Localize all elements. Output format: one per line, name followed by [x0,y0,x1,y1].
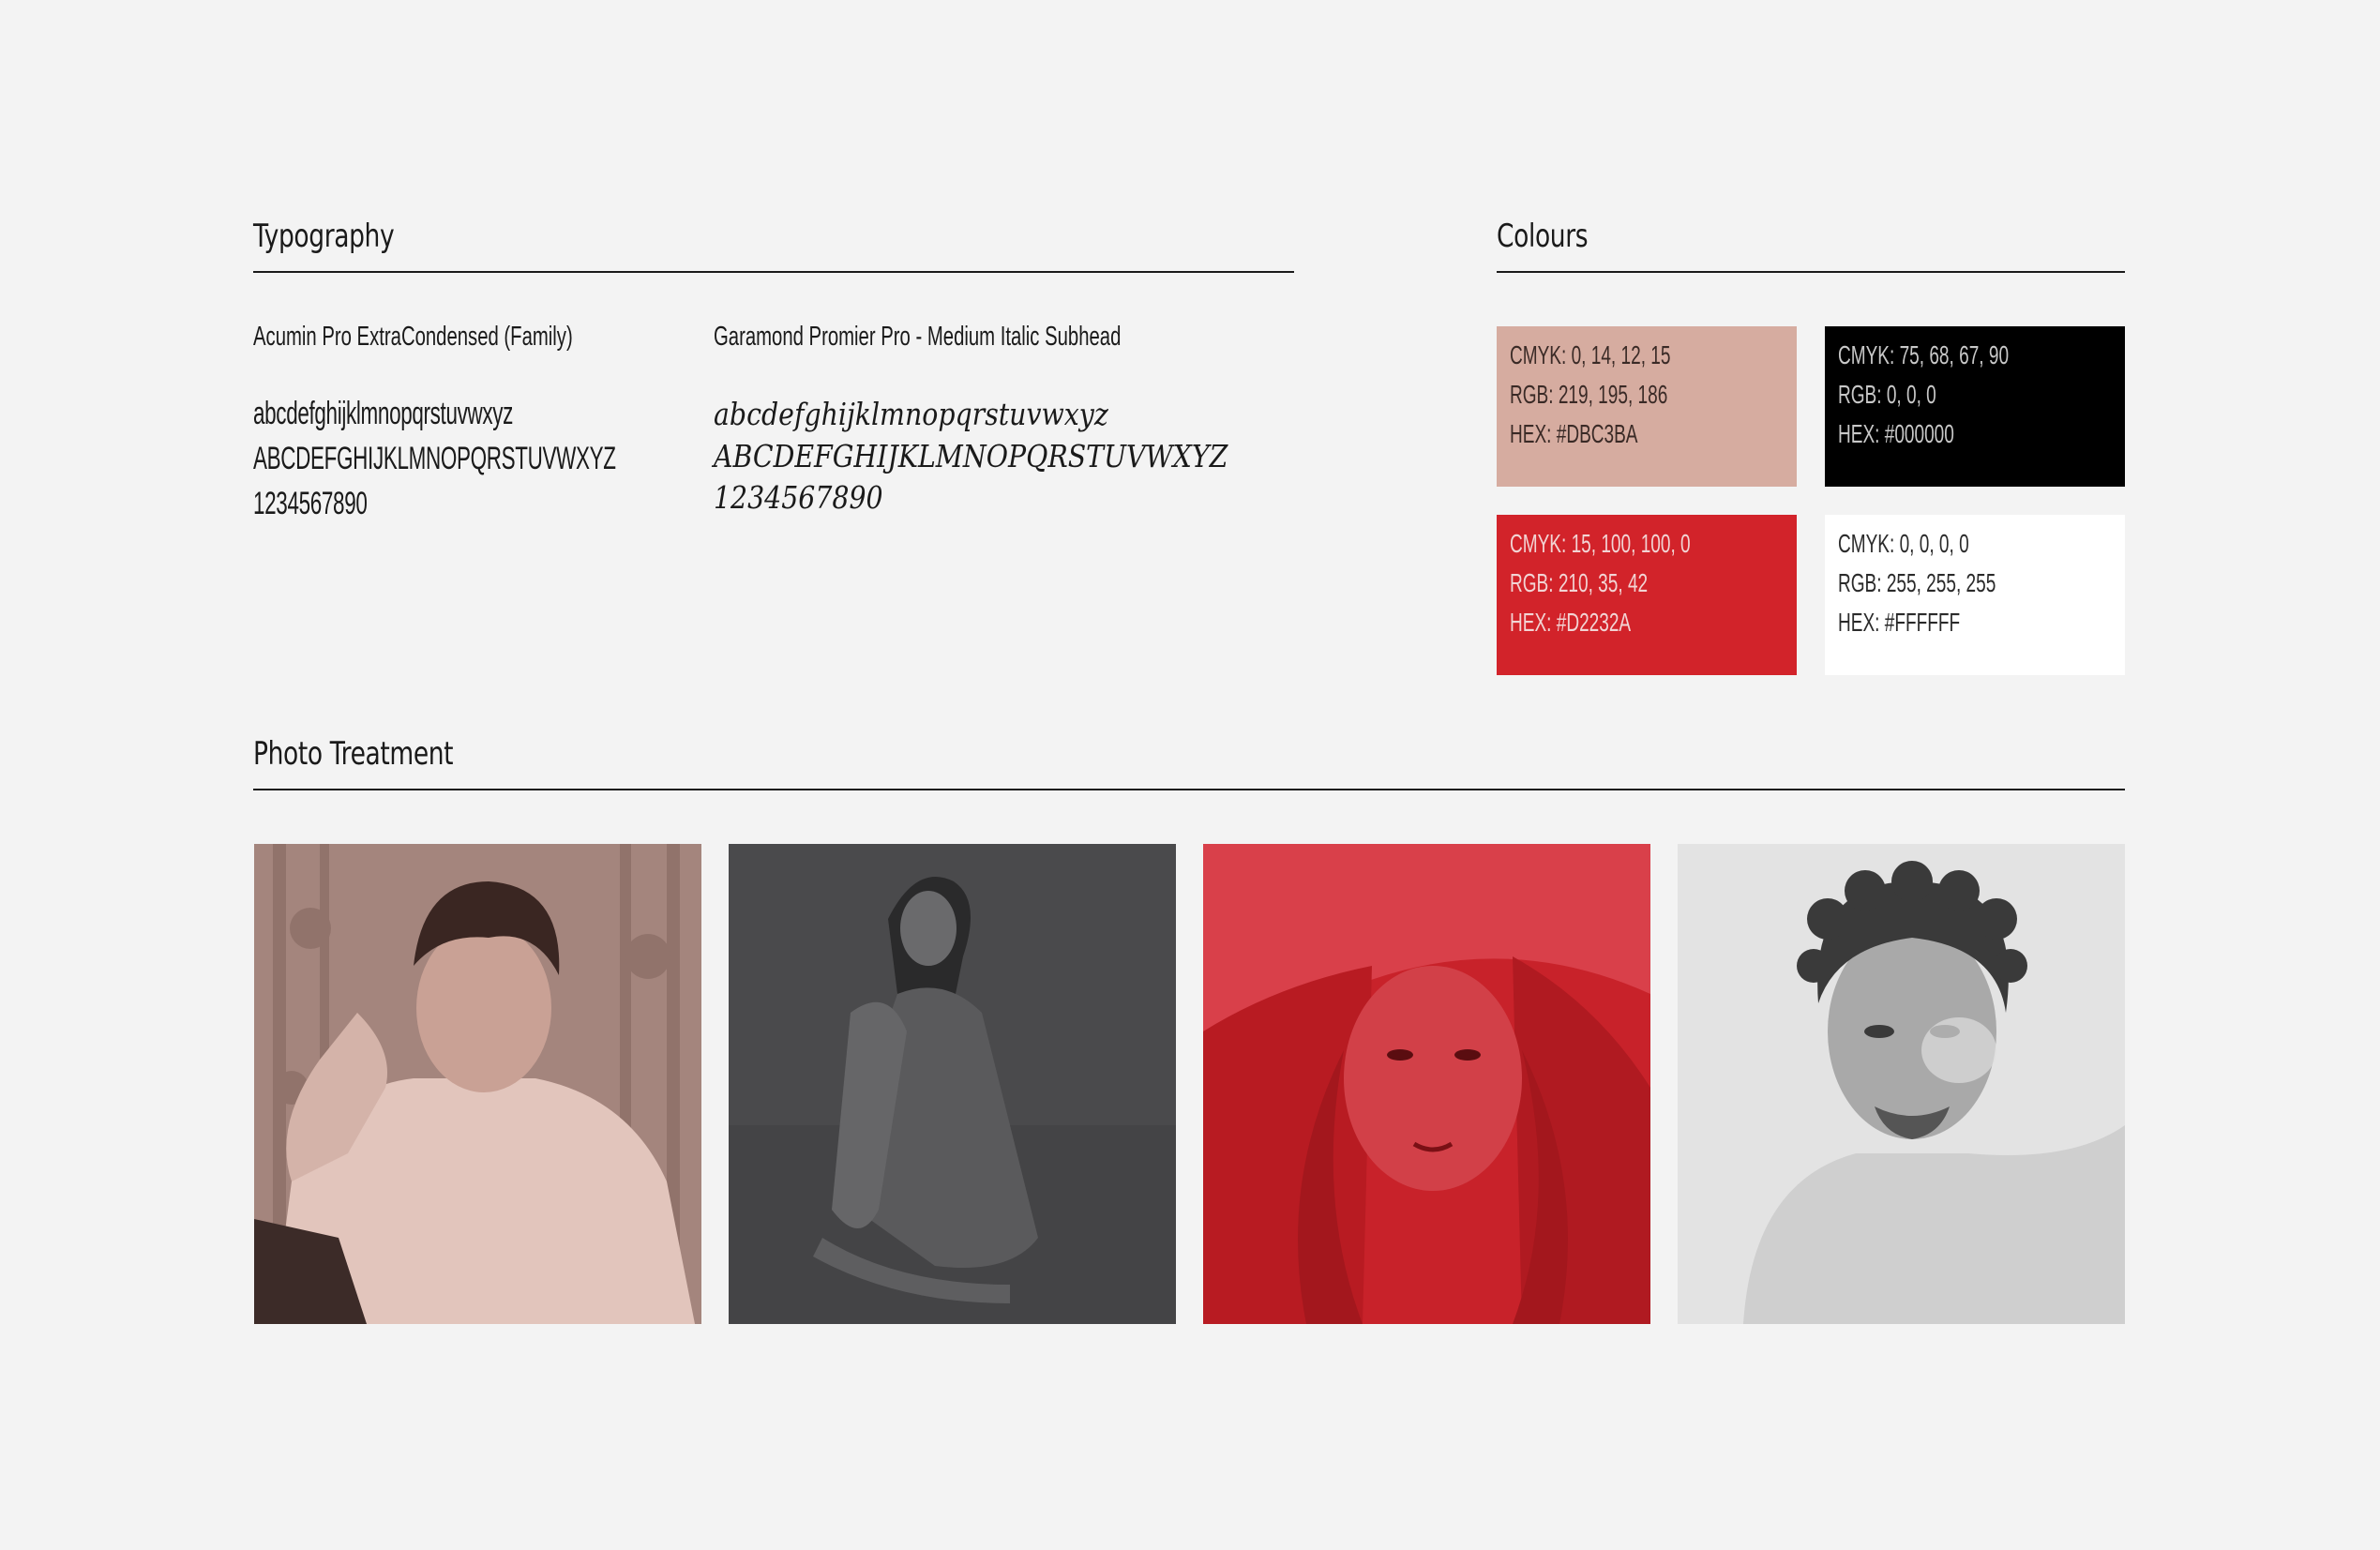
colours-title: Colours [1497,218,1589,255]
swatch-cmyk: CMYK: 0, 0, 0, 0 [1838,529,1969,558]
photo-curly-hair-man [1678,844,2125,1324]
swatch-rgb: RGB: 219, 195, 186 [1510,380,1668,409]
sans-sample-uppercase: ABCDEFGHIJKLMNOPQRSTUVWXYZ [253,441,616,476]
swatch-rgb: RGB: 210, 35, 42 [1510,568,1649,597]
typography-divider [253,271,1294,273]
swatch-rgb: RGB: 255, 255, 255 [1838,568,1996,597]
photo-seated-woman [729,844,1176,1324]
man-sweater-image [254,844,701,1324]
swatch-hex: HEX: #DBC3BA [1510,419,1638,448]
swatch-red: CMYK: 15, 100, 100, 0 RGB: 210, 35, 42 H… [1497,515,1797,675]
swatch-cmyk: CMYK: 75, 68, 67, 90 [1838,340,2010,369]
swatch-blush-values: CMYK: 0, 14, 12, 15 RGB: 219, 195, 186 H… [1510,336,1670,454]
swatch-black: CMYK: 75, 68, 67, 90 RGB: 0, 0, 0 HEX: #… [1825,326,2125,487]
serif-sample-uppercase: ABCDEFGHIJKLMNOPQRSTUVWXYZ [714,438,1228,474]
colours-divider [1497,271,2125,273]
swatch-cmyk: CMYK: 0, 14, 12, 15 [1510,340,1671,369]
swatch-rgb: RGB: 0, 0, 0 [1838,380,1936,409]
serif-font-name: Garamond Promier Pro - Medium Italic Sub… [714,322,1122,352]
veil-woman-image [1203,844,1650,1324]
swatch-hex: HEX: #D2232A [1510,608,1632,637]
swatch-black-values: CMYK: 75, 68, 67, 90 RGB: 0, 0, 0 HEX: #… [1838,336,2009,454]
typography-title: Typography [253,218,395,255]
seated-woman-image [729,844,1176,1324]
sans-sample-lowercase: abcdefghijklmnopqrstuvwxyz [253,396,514,431]
serif-sample-lowercase: abcdefghijklmnopqrstuvwxyz [714,396,1108,432]
photo-man-sweater [254,844,701,1324]
swatch-hex: HEX: #FFFFFF [1838,608,1961,637]
photo-treatment-title: Photo Treatment [253,735,454,773]
swatch-white-values: CMYK: 0, 0, 0, 0 RGB: 255, 255, 255 HEX:… [1838,524,1996,642]
swatch-white: CMYK: 0, 0, 0, 0 RGB: 255, 255, 255 HEX:… [1825,515,2125,675]
swatch-hex: HEX: #000000 [1838,419,1954,448]
swatch-blush: CMYK: 0, 14, 12, 15 RGB: 219, 195, 186 H… [1497,326,1797,487]
curly-hair-man-image [1678,844,2125,1324]
sans-sample-numerals: 1234567890 [253,486,368,521]
sans-font-name: Acumin Pro ExtraCondensed (Family) [253,322,573,352]
serif-sample-numerals: 1234567890 [714,479,883,516]
photo-veil-woman [1203,844,1650,1324]
photo-treatment-divider [253,789,2125,790]
swatch-red-values: CMYK: 15, 100, 100, 0 RGB: 210, 35, 42 H… [1510,524,1691,642]
swatch-cmyk: CMYK: 15, 100, 100, 0 [1510,529,1691,558]
